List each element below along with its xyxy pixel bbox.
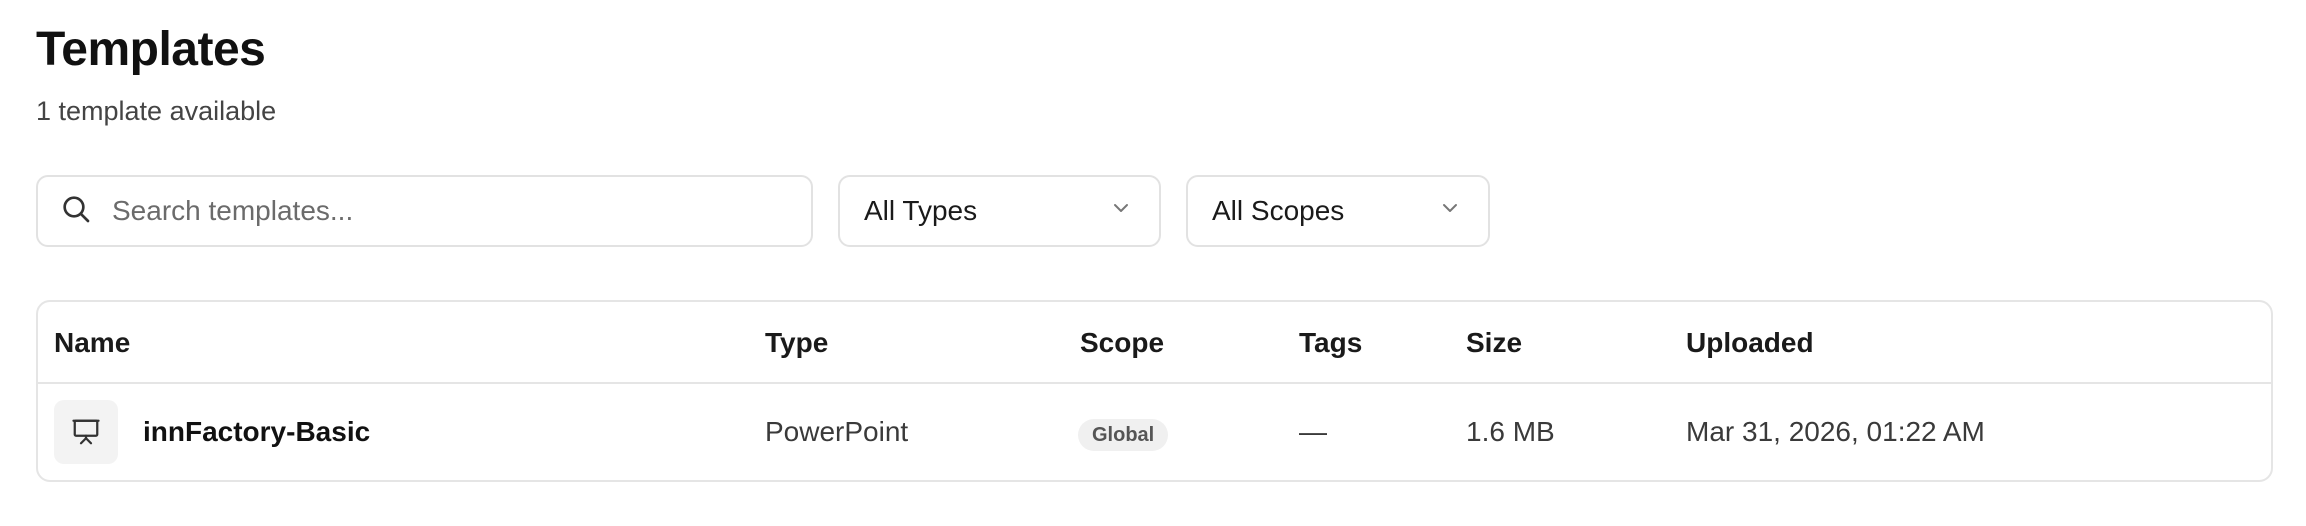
type-filter-select[interactable]: All Types — [838, 175, 1161, 247]
template-count: 1 template available — [36, 96, 277, 126]
search-icon — [60, 193, 92, 230]
filter-bar: All Types All Scopes — [36, 175, 2270, 247]
template-size: 1.6 MB — [1466, 416, 1555, 447]
template-name[interactable]: innFactory-Basic — [143, 384, 370, 480]
column-header-size[interactable]: Size — [1466, 302, 1522, 384]
chevron-down-icon — [1438, 195, 1462, 227]
column-header-type[interactable]: Type — [765, 302, 828, 384]
column-header-uploaded[interactable]: Uploaded — [1686, 302, 1814, 384]
type-filter-value: All Types — [864, 195, 978, 226]
search-box[interactable] — [36, 175, 813, 247]
template-tags: — — [1299, 416, 1327, 447]
table-row[interactable]: innFactory-Basic PowerPoint Global — 1.6… — [38, 384, 2271, 480]
template-type: PowerPoint — [765, 416, 909, 447]
template-uploaded: Mar 31, 2026, 01:22 AM — [1686, 416, 1985, 447]
column-header-name[interactable]: Name — [54, 302, 130, 384]
scope-filter-value: All Scopes — [1212, 195, 1345, 226]
table-header: Name Type Scope Tags Size Uploaded — [38, 302, 2271, 384]
search-input[interactable] — [112, 195, 792, 227]
column-header-scope[interactable]: Scope — [1080, 302, 1164, 384]
chevron-down-icon — [1109, 195, 1133, 227]
column-header-tags[interactable]: Tags — [1299, 302, 1362, 384]
templates-page: Templates 1 template available All Types… — [0, 0, 2306, 526]
templates-table: Name Type Scope Tags Size Uploaded innFa… — [36, 300, 2273, 482]
page-title: Templates — [36, 23, 266, 76]
presentation-icon — [54, 400, 118, 464]
scope-filter-select[interactable]: All Scopes — [1186, 175, 1490, 247]
scope-badge: Global — [1078, 419, 1169, 451]
